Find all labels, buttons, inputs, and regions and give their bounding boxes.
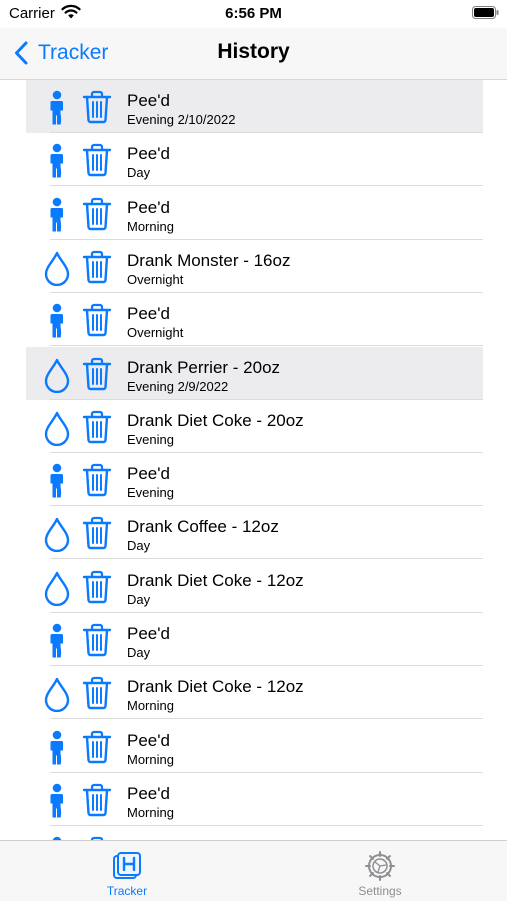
- history-row[interactable]: Pee'd Day: [26, 133, 483, 187]
- row-title: Pee'd: [127, 144, 170, 164]
- trash-icon[interactable]: [82, 570, 112, 604]
- row-subtitle: Morning: [127, 804, 174, 820]
- person-pee-icon: [40, 623, 74, 659]
- history-row[interactable]: Drank Perrier - 20oz Evening 2/9/2022: [26, 346, 483, 400]
- row-subtitle: Evening: [127, 485, 174, 501]
- history-row[interactable]: Pee'd Morning: [26, 773, 483, 826]
- row-title: Drank Perrier - 20oz: [127, 357, 281, 377]
- row-title: Drank Monster - 16oz: [127, 250, 291, 270]
- history-row[interactable]: Pee'd Morning: [26, 187, 483, 240]
- row-subtitle: Morning: [127, 751, 174, 767]
- person-pee-icon: [40, 197, 74, 233]
- water-drop-icon: [40, 570, 74, 606]
- history-list[interactable]: Pee'd Evening 2/10/2022 Pee'd Day Pee'd Morni…: [0, 80, 507, 840]
- person-pee-icon: [40, 90, 74, 126]
- water-drop-icon: [40, 516, 74, 553]
- person-pee-icon: [40, 463, 74, 499]
- row-title: Pee'd: [127, 730, 170, 750]
- row-title: Pee'd: [127, 783, 170, 803]
- trash-icon[interactable]: [82, 623, 112, 657]
- trash-icon[interactable]: [82, 250, 112, 284]
- row-subtitle: Morning: [127, 698, 174, 714]
- history-row[interactable]: Drank Diet Coke - 12oz Morning: [26, 666, 483, 720]
- water-drop-icon: [40, 250, 74, 287]
- trash-icon[interactable]: [82, 357, 112, 391]
- trash-icon[interactable]: [82, 516, 112, 550]
- person-pee-icon: [40, 783, 74, 819]
- water-drop-icon: [40, 676, 74, 713]
- row-subtitle: Overnight: [127, 325, 184, 341]
- trash-icon[interactable]: [82, 730, 112, 764]
- page-title: History: [217, 40, 290, 63]
- trash-icon[interactable]: [82, 197, 112, 231]
- row-subtitle: Overnight: [127, 271, 184, 287]
- row-title: Drank Diet Coke - 20oz: [127, 410, 304, 430]
- history-row[interactable]: Pee'd Evening 2/10/2022: [26, 80, 483, 133]
- history-row[interactable]: Pee'd Overnight: [26, 293, 483, 347]
- row-title: Pee'd: [127, 197, 170, 217]
- trash-icon[interactable]: [82, 143, 112, 177]
- trash-icon[interactable]: [82, 410, 112, 444]
- history-row[interactable]: Pee'd Morning: [26, 720, 483, 773]
- water-drop-icon: [40, 357, 74, 393]
- tab-settings[interactable]: Settings: [320, 851, 440, 899]
- person-pee-icon: [40, 303, 74, 339]
- person-pee-icon: [40, 730, 74, 766]
- trash-icon[interactable]: [82, 90, 112, 124]
- history-row[interactable]: Drank Monster - 16oz Overnight: [26, 240, 483, 293]
- tab-bar: Tracker Settings: [0, 840, 507, 901]
- trash-icon[interactable]: [82, 463, 112, 497]
- tracker-h-icon: [113, 852, 141, 879]
- row-title: Drank Diet Coke - 12oz: [127, 570, 304, 590]
- row-title: Pee'd: [127, 91, 170, 110]
- navigation-bar: Tracker History: [0, 28, 507, 80]
- battery-icon: [472, 6, 499, 19]
- status-bar: Carrier 6:56 PM: [0, 0, 507, 28]
- row-subtitle: Evening 2/9/2022: [127, 378, 229, 394]
- row-title: Pee'd: [127, 304, 170, 324]
- history-row[interactable]: Pee'd Day: [26, 613, 483, 666]
- history-row[interactable]: Pee'd Evening: [26, 453, 483, 507]
- row-title: Drank Coffee - 12oz: [127, 517, 279, 537]
- row-subtitle: Evening 2/10/2022: [127, 112, 236, 127]
- water-drop-icon: [40, 410, 74, 446]
- row-subtitle: Day: [127, 645, 151, 660]
- row-subtitle: Day: [127, 165, 151, 181]
- tab-settings-label: Settings: [358, 884, 402, 898]
- tab-tracker-label: Tracker: [106, 884, 148, 898]
- person-pee-icon: [40, 143, 74, 179]
- trash-icon[interactable]: [82, 303, 112, 337]
- row-subtitle: Day: [127, 538, 151, 554]
- history-row[interactable]: [26, 826, 483, 840]
- trash-icon[interactable]: [82, 676, 112, 710]
- history-row[interactable]: Drank Diet Coke - 20oz Evening: [26, 400, 483, 453]
- row-subtitle: Evening: [127, 431, 174, 447]
- row-subtitle: Day: [127, 591, 151, 607]
- gear-icon: [365, 851, 395, 881]
- history-row[interactable]: Drank Diet Coke - 12oz Day: [26, 560, 483, 613]
- trash-icon[interactable]: [82, 783, 112, 817]
- status-time: 6:56 PM: [225, 5, 282, 22]
- row-title: Drank Diet Coke - 12oz: [127, 677, 304, 697]
- history-row[interactable]: Drank Coffee - 12oz Day: [26, 506, 483, 560]
- row-subtitle: Morning: [127, 218, 174, 234]
- row-title: Pee'd: [127, 624, 170, 643]
- tab-tracker[interactable]: Tracker: [67, 851, 187, 899]
- row-title: Pee'd: [127, 464, 170, 484]
